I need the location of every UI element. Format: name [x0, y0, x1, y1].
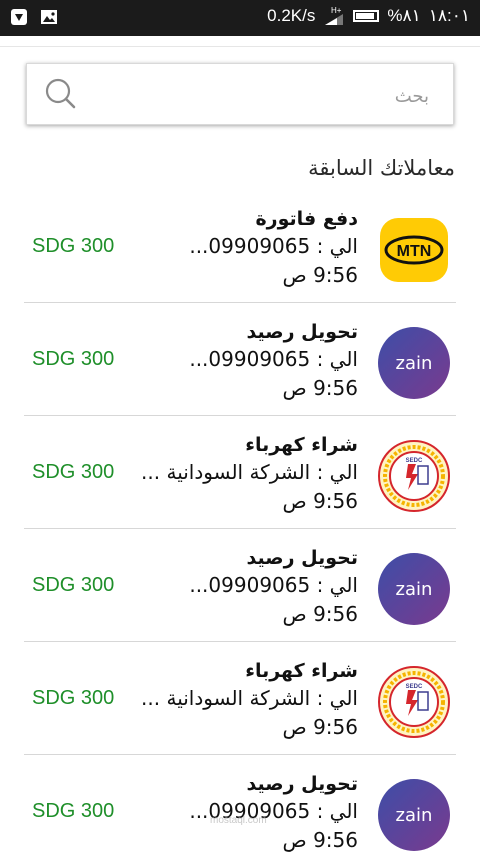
zain-logo: zain — [378, 779, 450, 851]
svg-text:H+: H+ — [331, 6, 342, 15]
transaction-amount: SDG 300 — [32, 574, 115, 596]
transaction-time: 9:56 ص — [282, 489, 358, 513]
app-notification-icon — [11, 9, 27, 25]
transaction-item[interactable]: تحويل رصيد الي : 09909065... 9:56 ص SDG … — [0, 529, 480, 642]
transaction-title: دفع فاتورة — [255, 208, 358, 230]
transaction-item[interactable]: دفع فاتورة الي : 09909065... 9:56 ص SDG … — [0, 190, 480, 303]
transaction-recipient: الي : 09909065... — [189, 234, 358, 258]
transaction-item[interactable]: تحويل رصيد الي : 09909065... 9:56 ص SDG … — [0, 755, 480, 868]
battery-percent: %٨١ — [387, 6, 421, 25]
status-left-icons — [10, 8, 58, 26]
transaction-amount: SDG 300 — [32, 461, 115, 483]
transaction-item[interactable]: شراء كهرباء الي : الشركة السودانية ... 9… — [0, 416, 480, 529]
watermark: mostaql.com — [210, 815, 267, 826]
search-input[interactable] — [107, 80, 431, 112]
status-right: 0.2K/s H+ %٨١ ١٨:٠١ — [267, 6, 470, 26]
transaction-amount: SDG 300 — [32, 348, 115, 370]
transaction-time: 9:56 ص — [282, 828, 358, 852]
previous-transactions-title: معاملاتك السابقة — [308, 156, 455, 180]
transaction-recipient: الي : 09909065... — [189, 347, 358, 371]
transaction-amount: SDG 300 — [32, 235, 115, 257]
transaction-title: تحويل رصيد — [246, 773, 358, 795]
mtn-logo: MTN — [380, 218, 448, 282]
transaction-item[interactable]: شراء كهرباء الي : الشركة السودانية ... 9… — [0, 642, 480, 755]
transaction-title: تحويل رصيد — [246, 321, 358, 343]
transaction-amount: SDG 300 — [32, 800, 115, 822]
search-icon[interactable] — [43, 76, 77, 110]
svg-text:MTN: MTN — [397, 243, 432, 260]
signal-icon: H+ — [325, 6, 344, 25]
svg-text:zain: zain — [396, 353, 433, 374]
image-notification-icon — [41, 10, 57, 24]
sedc-logo: SEDC — [378, 666, 450, 738]
transaction-recipient: الي : الشركة السودانية ... — [141, 686, 358, 710]
transaction-recipient: الي : الشركة السودانية ... — [141, 460, 358, 484]
transaction-title: تحويل رصيد — [246, 547, 358, 569]
transaction-recipient: الي : 09909065... — [189, 573, 358, 597]
svg-text:zain: zain — [396, 805, 433, 826]
svg-text:zain: zain — [396, 579, 433, 600]
top-divider — [0, 46, 480, 47]
transaction-item[interactable]: تحويل رصيد الي : 09909065... 9:56 ص SDG … — [0, 303, 480, 416]
status-bar: 0.2K/s H+ %٨١ ١٨:٠١ — [0, 0, 480, 36]
zain-logo: zain — [378, 553, 450, 625]
battery-fill — [356, 13, 375, 19]
battery-icon — [353, 10, 380, 22]
zain-logo: zain — [378, 327, 450, 399]
transactions-list: دفع فاتورة الي : 09909065... 9:56 ص SDG … — [0, 190, 480, 868]
svg-text:SEDC: SEDC — [406, 458, 423, 464]
search-bar[interactable] — [26, 63, 454, 125]
clock: ١٨:٠١ — [428, 6, 470, 25]
sedc-logo: SEDC — [378, 440, 450, 512]
transaction-title: شراء كهرباء — [245, 434, 358, 456]
svg-text:SEDC: SEDC — [406, 684, 423, 690]
transaction-time: 9:56 ص — [282, 602, 358, 626]
transaction-title: شراء كهرباء — [245, 660, 358, 682]
transaction-time: 9:56 ص — [282, 263, 358, 287]
transaction-time: 9:56 ص — [282, 715, 358, 739]
transaction-time: 9:56 ص — [282, 376, 358, 400]
net-speed: 0.2K/s — [267, 6, 316, 25]
transaction-amount: SDG 300 — [32, 687, 115, 709]
